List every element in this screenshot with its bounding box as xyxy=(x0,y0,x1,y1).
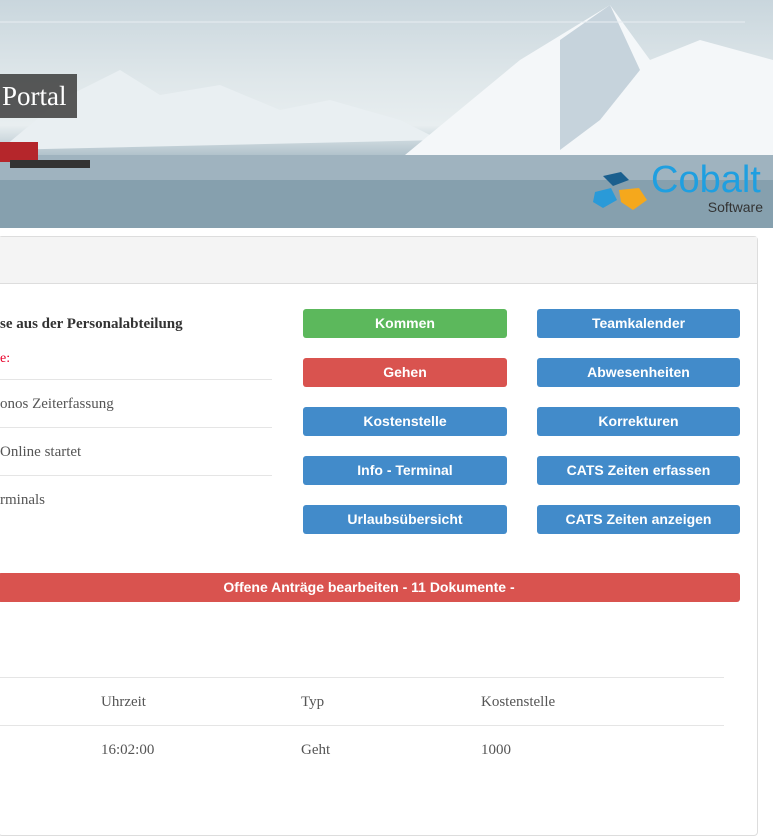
kommen-button[interactable]: Kommen xyxy=(303,309,507,338)
urlaubsuebersicht-button[interactable]: Urlaubsübersicht xyxy=(303,505,507,534)
hexagon-logo-icon xyxy=(593,172,647,210)
column-header-kostenstelle: Kostenstelle xyxy=(481,694,556,710)
korrekturen-button[interactable]: Korrekturen xyxy=(537,407,740,436)
info-terminal-button[interactable]: Info - Terminal xyxy=(303,456,507,485)
table-header-row: Uhrzeit Typ Kostenstelle xyxy=(0,677,724,725)
news-item[interactable]: rminals xyxy=(0,475,272,523)
teamkalender-button[interactable]: Teamkalender xyxy=(537,309,740,338)
column-header-uhrzeit: Uhrzeit xyxy=(101,694,146,710)
portal-title: Portal xyxy=(0,74,77,118)
cell-kostenstelle: 1000 xyxy=(481,742,511,758)
column-header-typ: Typ xyxy=(301,694,325,710)
cell-typ: Geht xyxy=(301,742,331,758)
abwesenheiten-button[interactable]: Abwesenheiten xyxy=(537,358,740,387)
news-note: e: xyxy=(0,351,11,366)
offene-antraege-button[interactable]: Offene Anträge bearbeiten - 11 Dokumente… xyxy=(0,573,740,602)
news-item[interactable]: Online startet xyxy=(0,427,272,475)
kostenstelle-button[interactable]: Kostenstelle xyxy=(303,407,507,436)
cats-erfassen-button[interactable]: CATS Zeiten erfassen xyxy=(537,456,740,485)
bookings-table: Uhrzeit Typ Kostenstelle 16:02:00 Geht 1… xyxy=(0,677,724,773)
cell-uhrzeit: 16:02:00 xyxy=(101,742,155,758)
news-heading: se aus der Personalabteilung xyxy=(0,316,183,332)
cobalt-logo: Cobalt Software xyxy=(593,159,763,217)
header-banner: Portal Cobalt Software xyxy=(0,0,773,228)
panel-header xyxy=(0,237,757,284)
gehen-button[interactable]: Gehen xyxy=(303,358,507,387)
cats-anzeigen-button[interactable]: CATS Zeiten anzeigen xyxy=(537,505,740,534)
news-item[interactable]: onos Zeiterfassung xyxy=(0,379,272,427)
table-row: 16:02:00 Geht 1000 xyxy=(0,725,724,773)
